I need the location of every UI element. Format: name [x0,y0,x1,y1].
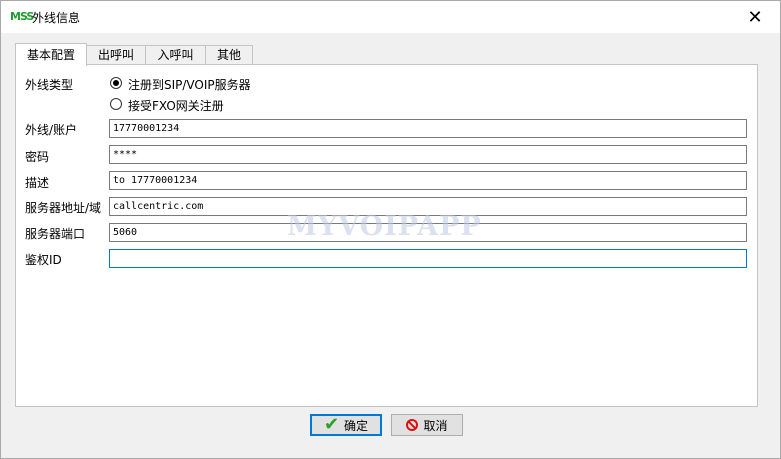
dialog-window: MSS 外线信息 ✕ 基本配置 出呼叫 入呼叫 其他 外线类型 注册到SIP/V… [0,0,781,459]
password-label: 密码 [25,150,50,164]
cancel-button-label: 取消 [423,418,448,433]
title-bar: MSS 外线信息 ✕ [1,1,780,33]
close-icon: ✕ [747,6,763,28]
auth-id-label: 鉴权ID [25,253,62,267]
tab-outbound-call[interactable]: 出呼叫 [86,45,146,65]
server-label: 服务器地址/域 [25,201,102,215]
account-input[interactable] [109,119,747,138]
line-type-label: 外线类型 [25,78,74,92]
tab-basic-config[interactable]: 基本配置 [15,43,87,66]
radio-fxo-gateway[interactable] [110,98,122,110]
tab-other[interactable]: 其他 [205,45,253,65]
password-input[interactable] [109,145,747,164]
cancel-button[interactable]: 取消 [391,414,463,436]
ok-button-label: 确定 [344,418,369,433]
description-input[interactable] [109,171,747,190]
cancel-icon [406,419,419,431]
window-title: 外线信息 [32,11,81,25]
tab-inbound-call[interactable]: 入呼叫 [145,45,206,65]
port-label: 服务器端口 [25,227,86,241]
radio-fxo-label[interactable]: 接受FXO网关注册 [128,97,224,114]
watermark: MYVOIPAPP [287,211,482,242]
radio-sip-label[interactable]: 注册到SIP/VOIP服务器 [128,76,251,93]
radio-sip-register[interactable] [110,77,122,89]
description-label: 描述 [25,176,50,190]
close-button[interactable]: ✕ [739,1,771,33]
account-label: 外线/账户 [25,123,78,137]
auth-id-input[interactable] [109,249,747,268]
ok-button[interactable]: ✔ 确定 [310,414,382,436]
checkmark-icon: ✔ [323,414,340,435]
app-logo-icon: MSS [10,10,34,23]
